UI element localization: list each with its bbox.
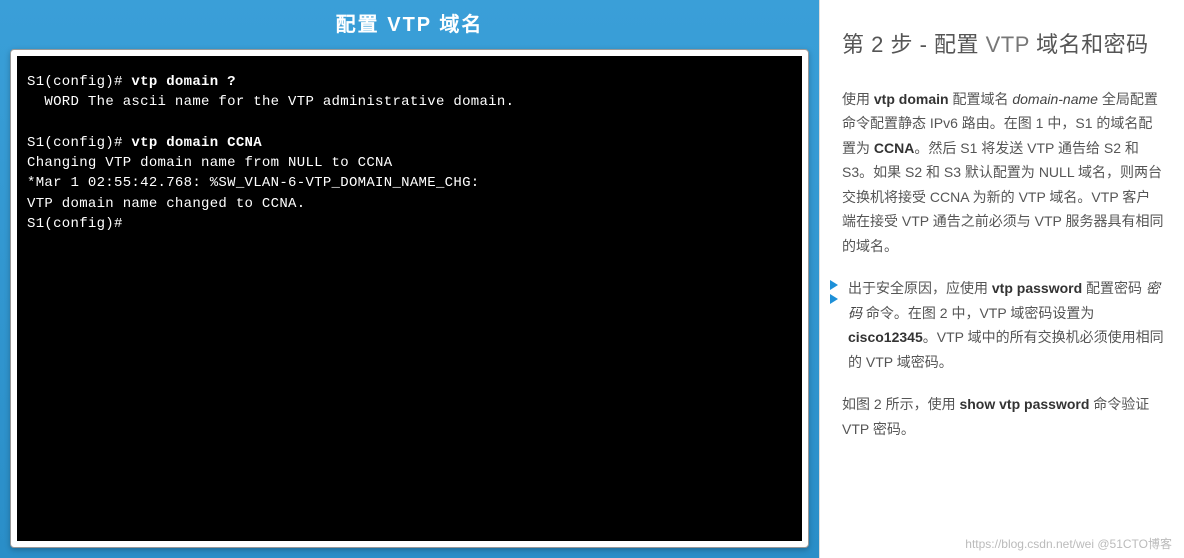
text: 出于安全原因，应使用 bbox=[848, 280, 992, 296]
prompt: S1(config)# bbox=[27, 135, 131, 151]
text: 配置域名 bbox=[949, 91, 1013, 107]
slide-title: 配置 VTP 域名 bbox=[10, 0, 809, 49]
terminal-line: S1(config)# bbox=[27, 216, 123, 232]
inline-command: vtp domain bbox=[874, 91, 949, 107]
terminal-output: S1(config)# vtp domain ? WORD The ascii … bbox=[17, 56, 802, 541]
terminal-line: VTP domain name changed to CCNA. bbox=[27, 196, 305, 212]
text: 。然后 S1 将发送 VTP 通告给 S2 和 S3。如果 S2 和 S3 默认… bbox=[842, 140, 1164, 254]
heading-part: 第 2 步 - 配置 bbox=[842, 32, 986, 57]
terminal-line: *Mar 1 02:55:42.768: %SW_VLAN-6-VTP_DOMA… bbox=[27, 175, 479, 191]
terminal-line: Changing VTP domain name from NULL to CC… bbox=[27, 155, 392, 171]
command: vtp domain ? bbox=[131, 74, 235, 90]
terminal-line: WORD The ascii name for the VTP administ… bbox=[27, 94, 514, 110]
heading-part: 域名和密码 bbox=[1030, 32, 1149, 57]
text: 如图 2 所示，使用 bbox=[842, 396, 959, 412]
command: vtp domain CCNA bbox=[131, 135, 262, 151]
inline-placeholder: domain-name bbox=[1012, 91, 1098, 107]
step-heading: 第 2 步 - 配置 VTP 域名和密码 bbox=[842, 26, 1164, 65]
slide-panel: 配置 VTP 域名 S1(config)# vtp domain ? WORD … bbox=[0, 0, 819, 558]
sidebar: 第 2 步 - 配置 VTP 域名和密码 使用 vtp domain 配置域名 … bbox=[819, 0, 1184, 558]
heading-part: VTP bbox=[986, 32, 1030, 57]
prompt: S1(config)# bbox=[27, 74, 131, 90]
inline-command: show vtp password bbox=[959, 396, 1089, 412]
text: 使用 bbox=[842, 91, 874, 107]
text: 配置密码 bbox=[1082, 280, 1146, 296]
terminal-frame: S1(config)# vtp domain ? WORD The ascii … bbox=[10, 49, 809, 548]
watermark: https://blog.csdn.net/wei @51CTO博客 bbox=[965, 535, 1172, 552]
paragraph-2: 出于安全原因，应使用 vtp password 配置密码 密码 命令。在图 2 … bbox=[842, 276, 1164, 374]
paragraph-1: 使用 vtp domain 配置域名 domain-name 全局配置命令配置静… bbox=[842, 87, 1164, 259]
text: 命令。在图 2 中，VTP 域密码设置为 bbox=[862, 305, 1094, 321]
inline-bold: CCNA bbox=[874, 140, 914, 156]
inline-bold: cisco12345 bbox=[848, 329, 923, 345]
inline-command: vtp password bbox=[992, 280, 1082, 296]
paragraph-3: 如图 2 所示，使用 show vtp password 命令验证 VTP 密码… bbox=[842, 392, 1164, 441]
